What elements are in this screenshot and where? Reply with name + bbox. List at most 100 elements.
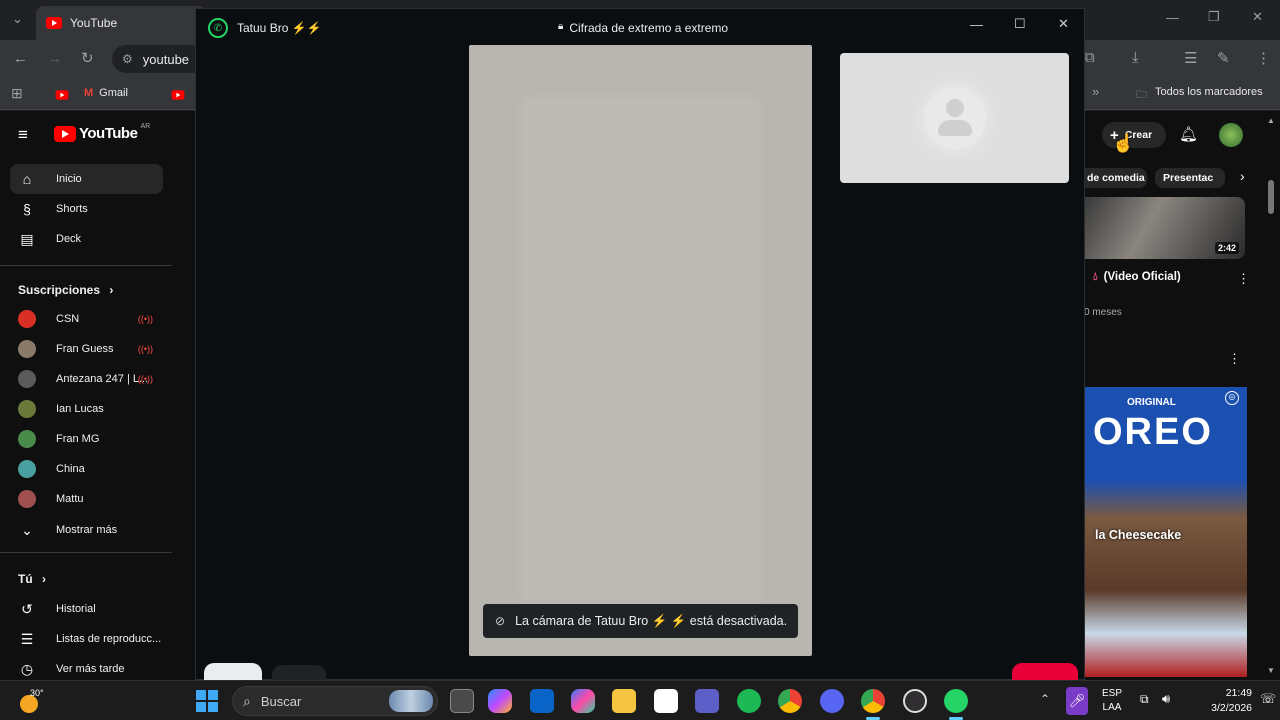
sidebar-item-playlists[interactable]: ☰ Listas de reproducc... xyxy=(10,624,163,654)
keyboard-layout: LAA xyxy=(1102,702,1122,713)
site-settings-icon[interactable]: ⚙ xyxy=(122,52,133,66)
page-scrollbar[interactable] xyxy=(1268,180,1274,214)
more-bookmarks-icon[interactable]: » xyxy=(1092,84,1099,99)
obs-icon[interactable] xyxy=(903,689,927,713)
folder-icon: 🗀 xyxy=(1136,89,1147,101)
search-highlight-icon xyxy=(389,690,433,712)
reload-icon[interactable]: ↻ xyxy=(81,49,94,67)
sidebar-item-label: Deck xyxy=(56,233,82,245)
minimize-icon[interactable]: — xyxy=(970,17,983,32)
notifications-bell-icon[interactable]: 🔔︎ xyxy=(1179,125,1198,143)
tab-youtube[interactable]: YouTube xyxy=(36,6,206,40)
clock-date: 3/2/2026 xyxy=(1211,702,1252,714)
chevron-right-icon: › xyxy=(42,572,47,586)
deck-icon: ▤ xyxy=(20,230,34,247)
discord-icon[interactable] xyxy=(820,689,844,713)
sidebar-item-csn[interactable]: CSN ((•)) xyxy=(10,304,163,334)
notification-center-icon[interactable]: ☏ xyxy=(1260,691,1276,707)
sidebar-item-mattu[interactable]: Mattu xyxy=(10,484,163,514)
minimize-icon[interactable]: — xyxy=(1166,10,1179,25)
restore-icon[interactable]: ❐ xyxy=(1208,9,1220,25)
all-bookmarks[interactable]: 🗀 Todos los marcadores xyxy=(1136,86,1263,105)
bookmark-youtube-icon[interactable] xyxy=(55,90,69,100)
task-view-icon[interactable] xyxy=(450,689,474,713)
subscriptions-heading[interactable]: Suscripciones › xyxy=(18,283,113,297)
self-video-pip[interactable] xyxy=(840,53,1069,183)
video-title[interactable]: 💧︎ (Video Oficial) xyxy=(1093,271,1181,284)
you-heading[interactable]: Tú › xyxy=(18,572,46,586)
download-icon[interactable]: ⤓ xyxy=(1132,49,1139,66)
volume-icon[interactable]: 🔊︎ xyxy=(1162,691,1170,707)
youtube-logo-text: YouTube xyxy=(79,125,138,142)
media-icon[interactable]: ☰ xyxy=(1184,49,1197,67)
avatar[interactable] xyxy=(1219,123,1243,147)
microsoft-store-icon[interactable] xyxy=(654,689,678,713)
menu-icon[interactable]: ⋮ xyxy=(1256,49,1271,67)
chrome-active-icon[interactable] xyxy=(861,689,885,713)
file-explorer-icon[interactable] xyxy=(612,689,636,713)
video-thumbnail[interactable]: 2:42 xyxy=(1085,197,1245,259)
address-text: youtube xyxy=(142,51,190,67)
close-icon[interactable]: ✕ xyxy=(1252,9,1263,25)
sidebar-item-label: Historial xyxy=(56,603,96,615)
avatar xyxy=(18,340,36,358)
avatar xyxy=(18,430,36,448)
back-icon[interactable]: ← xyxy=(13,50,28,67)
youtube-region: AR xyxy=(140,123,151,130)
apps-icon[interactable]: ⊞ xyxy=(11,85,23,102)
chip-presentac[interactable]: Presentac xyxy=(1155,168,1225,188)
bookmark-gmail[interactable]: M Gmail xyxy=(84,87,128,99)
address-bar[interactable]: ⚙ youtube xyxy=(112,45,202,73)
windows-start-icon[interactable] xyxy=(196,690,218,712)
forward-icon[interactable]: → xyxy=(47,50,62,67)
spotify-icon[interactable] xyxy=(737,689,761,713)
you-heading-label: Tú xyxy=(18,572,33,586)
show-more-button[interactable]: ⌄ Mostrar más xyxy=(10,515,163,545)
outlook-icon[interactable] xyxy=(530,689,554,713)
sidebar-item-historial[interactable]: ↺ Historial xyxy=(10,594,163,624)
short-thumbnail[interactable]: ORIGINAL OREO la Cheesecake ◎ xyxy=(1085,387,1247,677)
sidebar-item-shorts[interactable]: § Shorts xyxy=(10,194,163,224)
show-more-label: Mostrar más xyxy=(56,524,118,536)
chips-next-icon[interactable]: › xyxy=(1240,168,1245,184)
clock[interactable]: 21:49 3/2/2026 xyxy=(1200,686,1252,716)
scroll-down-icon[interactable]: ▼ xyxy=(1267,666,1275,675)
sidebar-item-label: Fran Guess xyxy=(56,343,114,355)
microphone-icon[interactable]: 🎤︎ xyxy=(1066,687,1088,715)
extensions-icon[interactable]: ⧉ xyxy=(1084,49,1095,66)
tab-search-chevron-icon[interactable]: ⌄ xyxy=(12,11,23,27)
language-indicator[interactable]: ESP LAA xyxy=(1102,687,1122,715)
youtube-logo[interactable]: YouTube AR xyxy=(54,123,151,142)
chip-comedy[interactable]: de comedia xyxy=(1085,168,1147,188)
close-icon[interactable]: ✕ xyxy=(1058,16,1069,32)
network-icon[interactable]: ⧉ xyxy=(1140,692,1149,707)
video-more-icon[interactable]: ⋮ xyxy=(1237,271,1250,287)
hamburger-menu-icon[interactable]: ≡ xyxy=(18,125,28,145)
sidebar-item-antezana[interactable]: Antezana 247 | L... ((•)) xyxy=(10,364,163,394)
section-more-icon[interactable]: ⋮ xyxy=(1228,351,1241,367)
short-brand-small: ORIGINAL xyxy=(1127,397,1176,408)
sidebar-item-china[interactable]: China xyxy=(10,454,163,484)
chip-label: Presentac xyxy=(1163,172,1214,184)
whatsapp-taskbar-icon[interactable] xyxy=(944,689,968,713)
sidebar-item-fran-mg[interactable]: Fran MG xyxy=(10,424,163,454)
sidebar-item-fran-guess[interactable]: Fran Guess ((•)) xyxy=(10,334,163,364)
clock-time: 21:49 xyxy=(1225,687,1252,699)
copilot-m365-icon[interactable] xyxy=(571,689,595,713)
pen-icon[interactable]: ✎ xyxy=(1217,49,1230,67)
chrome-icon[interactable] xyxy=(778,689,802,713)
sidebar-item-deck[interactable]: ▤ Deck xyxy=(10,224,163,254)
sidebar-item-inicio[interactable]: ⌂ Inicio xyxy=(10,164,163,194)
taskbar-search-input[interactable]: ⌕ Buscar xyxy=(232,686,438,716)
sidebar-item-ian-lucas[interactable]: Ian Lucas xyxy=(10,394,163,424)
scroll-up-icon[interactable]: ▲ xyxy=(1267,116,1275,125)
gmail-icon: M xyxy=(84,87,94,99)
youtube-sidebar: ≡ YouTube AR ⌂ Inicio § Shorts ▤ Deck Su… xyxy=(0,111,172,680)
sidebar-item-label: Ian Lucas xyxy=(56,403,104,415)
teams-icon[interactable] xyxy=(695,689,719,713)
copilot-icon[interactable] xyxy=(488,689,512,713)
maximize-icon[interactable]: ☐ xyxy=(1014,16,1026,32)
weather-widget[interactable]: 30° xyxy=(18,685,48,717)
tray-chevron-up-icon[interactable]: ⌃ xyxy=(1040,692,1050,706)
bookmark-youtube-icon-2[interactable] xyxy=(172,90,185,100)
